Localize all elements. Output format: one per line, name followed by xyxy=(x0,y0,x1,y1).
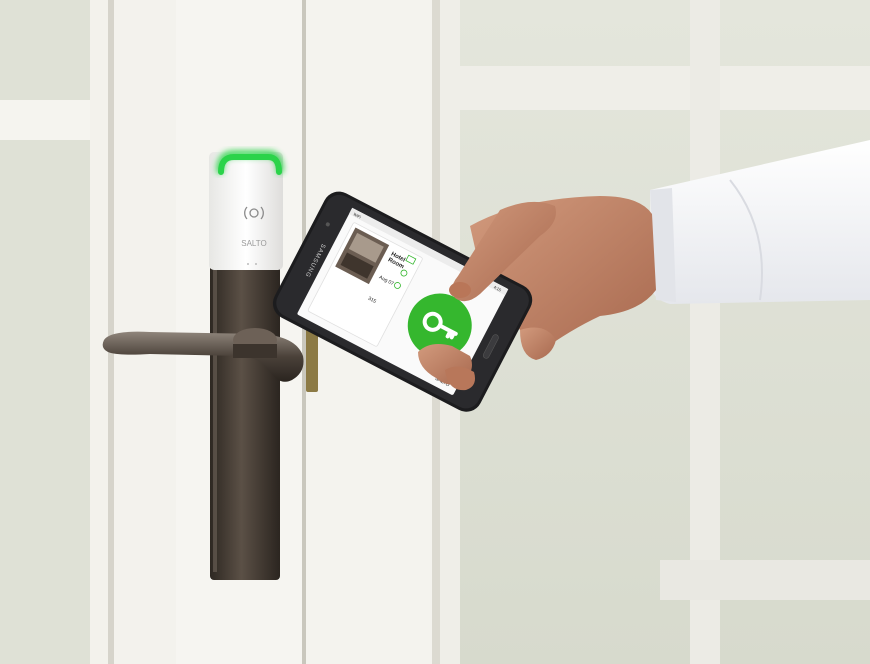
left-glass-panel xyxy=(0,0,100,664)
left-frame-shadow xyxy=(108,0,114,664)
right-window-mullion-bottom xyxy=(660,560,870,600)
thumbnail xyxy=(449,282,471,298)
photo-canvas: SALTO SAMSUNG WiFi 4:15 HotelRoom Aug 07… xyxy=(0,0,870,664)
door-seam xyxy=(302,0,306,664)
lock-escutcheon xyxy=(210,255,280,580)
photo-scene: SALTO SAMSUNG WiFi 4:15 HotelRoom Aug 07… xyxy=(0,0,870,664)
nfc-reader[interactable]: SALTO xyxy=(209,150,284,270)
lock-brand-label: SALTO xyxy=(241,239,267,248)
reader-dot xyxy=(247,263,249,265)
left-door-frame xyxy=(90,0,108,664)
handle-neck xyxy=(233,344,277,358)
lock-edge-highlight xyxy=(213,262,217,572)
reader-dot xyxy=(255,263,257,265)
right-window-mullion-top xyxy=(460,66,870,110)
